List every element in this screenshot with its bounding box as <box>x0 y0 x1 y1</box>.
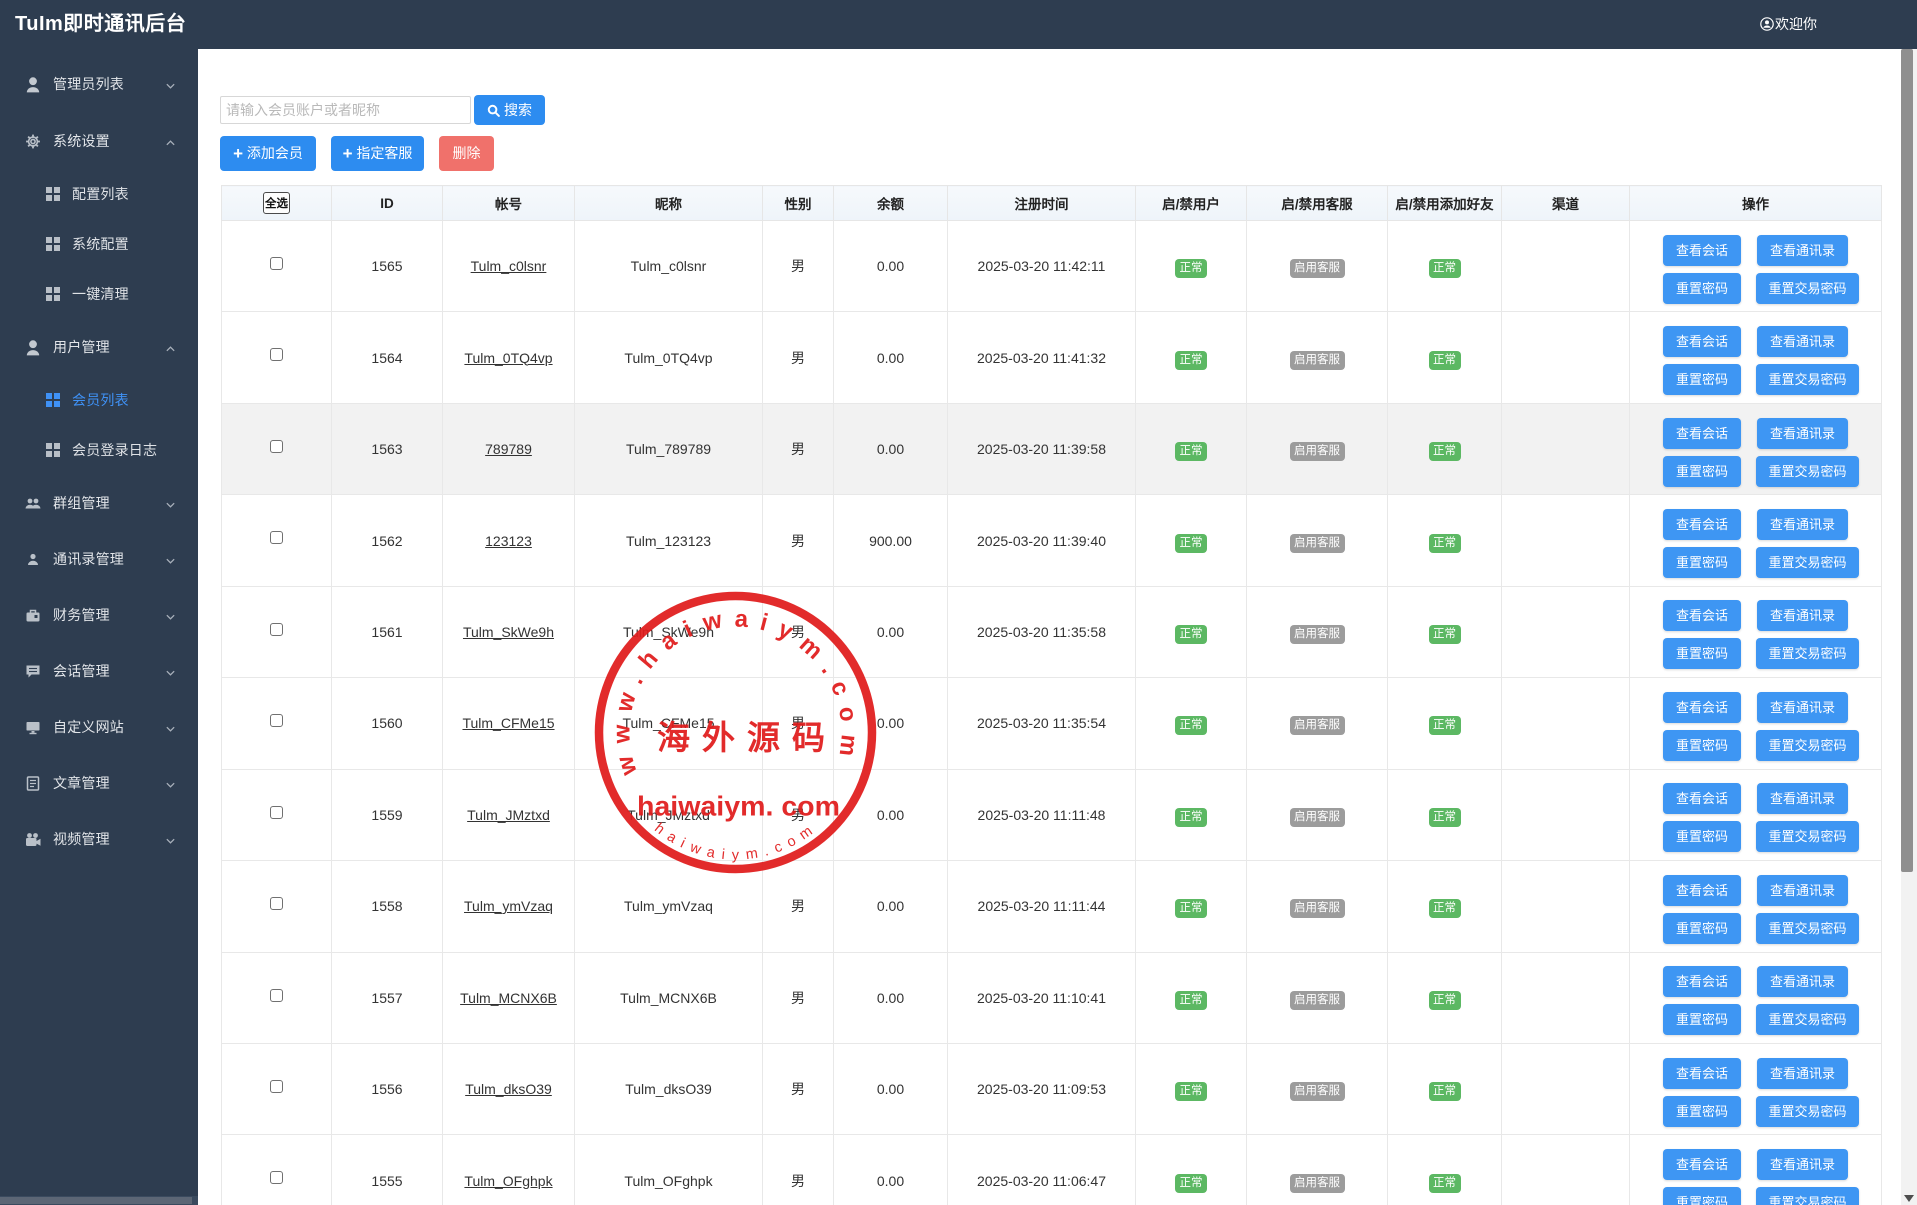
svg-text:haiwaiym. com: haiwaiym. com <box>637 791 840 822</box>
svg-text:海外源码: 海外源码 <box>657 720 837 757</box>
